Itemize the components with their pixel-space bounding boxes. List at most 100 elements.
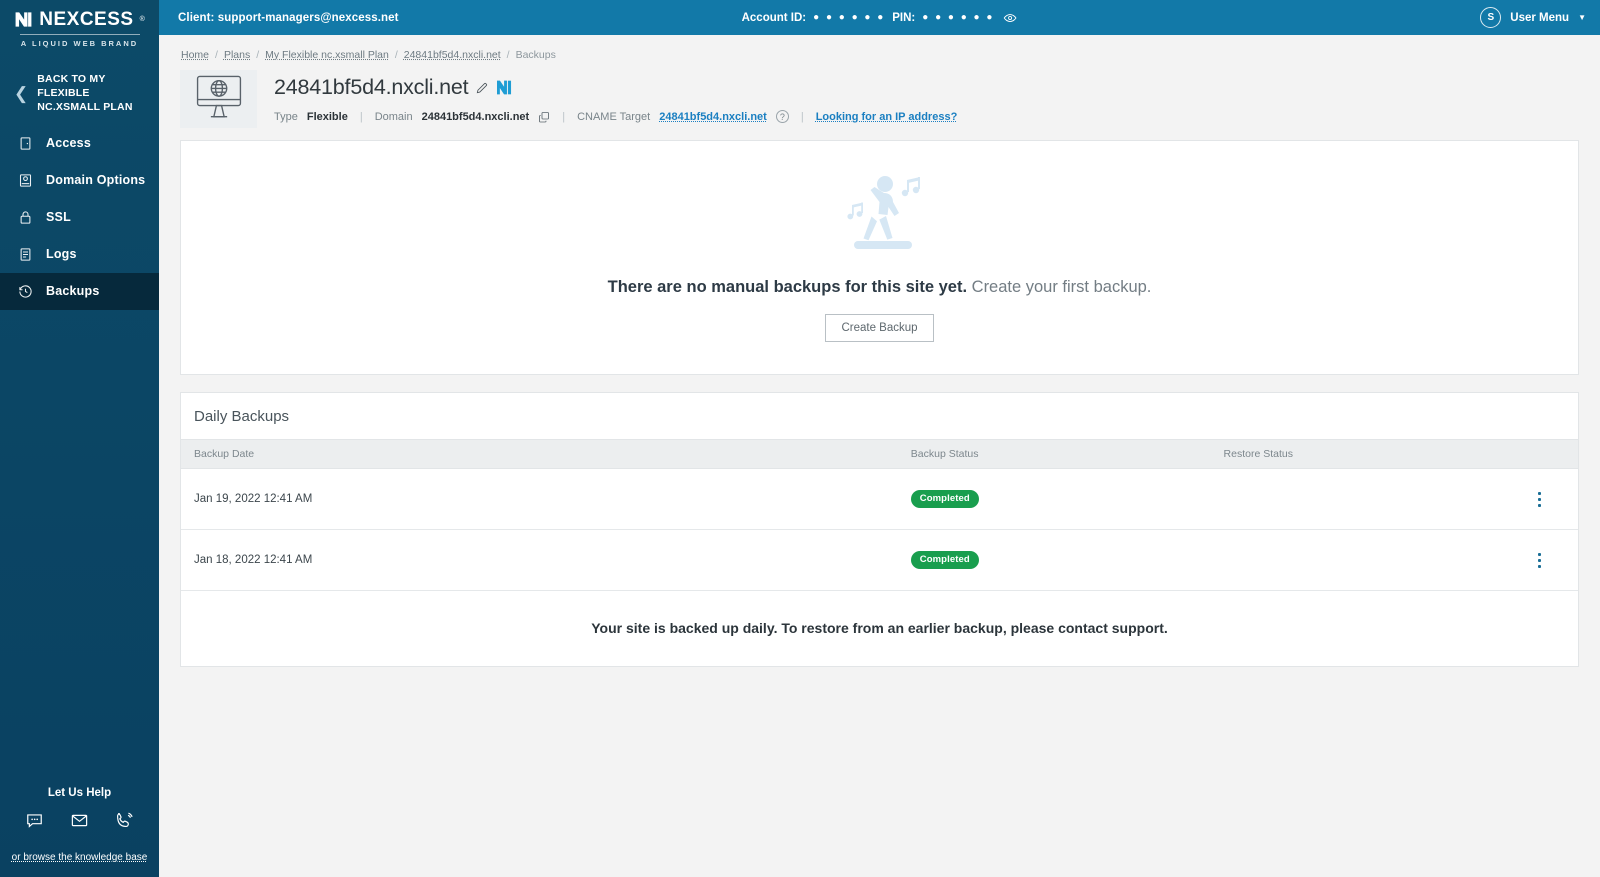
page-title: 24841bf5d4.nxcli.net: [274, 75, 469, 99]
table-header-row: Backup Date Backup Status Restore Status: [181, 439, 1578, 469]
client-info: Client: support-managers@nexcess.net: [178, 12, 399, 24]
create-backup-button[interactable]: Create Backup: [825, 314, 934, 342]
table-row: Jan 19, 2022 12:41 AM Completed: [181, 468, 1578, 530]
empty-state-headline: There are no manual backups for this sit…: [607, 278, 968, 296]
copy-icon[interactable]: [538, 111, 550, 123]
site-thumbnail: [180, 70, 257, 128]
daily-backups-title: Daily Backups: [194, 408, 290, 425]
cname-value[interactable]: 24841bf5d4.nxcli.net: [659, 111, 767, 123]
table-head: Backup Date Backup Status Restore Status: [181, 439, 1578, 469]
column-header-backup-date: Backup Date: [181, 439, 911, 469]
breadcrumb-item-current: Backups: [515, 49, 556, 61]
pin-value: ● ● ● ● ● ●: [922, 12, 995, 23]
daily-backups-card: Daily Backups Backup Date Backup Status …: [180, 392, 1579, 667]
column-header-restore-status: Restore Status: [1223, 439, 1516, 469]
sidebar-item-access[interactable]: Access: [0, 125, 159, 162]
column-header-actions: [1515, 439, 1578, 469]
client-email: support-managers@nexcess.net: [217, 11, 399, 24]
knowledge-base-link[interactable]: or browse the knowledge base: [12, 852, 148, 863]
help-section: Let Us Help or browse the knowledge base: [0, 787, 159, 877]
nexcess-n-icon: [14, 10, 33, 29]
divider: |: [800, 110, 804, 123]
empty-state-subtext: Create your first backup.: [967, 278, 1152, 296]
table-body: Jan 19, 2022 12:41 AM Completed Jan 18, …: [181, 468, 1578, 591]
sidebar-item-domain-options[interactable]: Domain Options: [0, 162, 159, 199]
divider: |: [359, 110, 363, 123]
kebab-menu-icon[interactable]: [1515, 552, 1578, 568]
breadcrumb-separator: /: [506, 49, 510, 61]
sidebar-item-label: Domain Options: [46, 173, 146, 188]
daily-backups-table: Backup Date Backup Status Restore Status…: [181, 439, 1578, 591]
main-area: Client: support-managers@nexcess.net Acc…: [159, 0, 1600, 877]
site-title-row: 24841bf5d4.nxcli.net: [274, 75, 957, 100]
breadcrumb-item-plans[interactable]: Plans: [224, 49, 250, 61]
site-info-row: Type Flexible | Domain 24841bf5d4.nxcli.…: [274, 110, 957, 123]
sidebar: NEXCESS ® A LIQUID WEB BRAND ❮ BACK TO M…: [0, 0, 159, 877]
brand-tagline: A LIQUID WEB BRAND: [19, 34, 140, 48]
site-header: 24841bf5d4.nxcli.net Type Flexible | Dom…: [180, 70, 1579, 140]
domain-value: 24841bf5d4.nxcli.net: [421, 110, 530, 123]
cell-backup-date: Jan 18, 2022 12:41 AM: [181, 529, 911, 591]
eye-icon[interactable]: [1003, 11, 1017, 25]
question-mark-icon[interactable]: ?: [775, 110, 789, 123]
page-root: NEXCESS ® A LIQUID WEB BRAND ❮ BACK TO M…: [0, 0, 1600, 877]
breadcrumb-separator: /: [256, 49, 260, 61]
logs-icon: [17, 246, 33, 262]
domain-label: Domain: [374, 110, 413, 123]
topbar: Client: support-managers@nexcess.net Acc…: [159, 0, 1600, 35]
status-badge: Completed: [910, 551, 979, 569]
cell-backup-date: Jan 19, 2022 12:41 AM: [181, 468, 911, 530]
cname-label: CNAME Target: [577, 110, 651, 123]
cell-backup-status: Completed: [910, 468, 1224, 530]
ip-address-link[interactable]: Looking for an IP address?: [816, 111, 958, 123]
status-badge: Completed: [910, 490, 979, 508]
back-to-plan-link[interactable]: ❮ BACK TO MY FLEXIBLE NC.XSMALL PLAN: [0, 62, 159, 125]
brand-logo[interactable]: NEXCESS ® A LIQUID WEB BRAND: [0, 0, 159, 62]
empty-illustration: [181, 167, 1578, 264]
chat-icon[interactable]: [25, 811, 44, 830]
breadcrumb-item-plan[interactable]: My Flexible nc.xsmall Plan: [265, 49, 389, 61]
empty-state-message: There are no manual backups for this sit…: [181, 278, 1578, 297]
table-row: Jan 18, 2022 12:41 AM Completed: [181, 529, 1578, 591]
type-label: Type: [274, 110, 298, 123]
lock-icon: [17, 209, 33, 225]
cell-backup-status: Completed: [910, 529, 1224, 591]
help-title: Let Us Help: [47, 787, 112, 799]
email-icon[interactable]: [70, 811, 89, 830]
sidebar-item-logs[interactable]: Logs: [0, 236, 159, 273]
chevron-left-icon: ❮: [14, 83, 29, 103]
sidebar-item-label: Logs: [46, 247, 77, 262]
dancing-person-with-music-notes-icon: [828, 167, 932, 264]
nexcess-n-icon[interactable]: [496, 80, 513, 95]
account-id-value: ● ● ● ● ● ●: [813, 12, 886, 23]
kebab-menu-icon[interactable]: [1515, 491, 1578, 507]
pencil-icon[interactable]: [475, 81, 489, 95]
domain-options-icon: [17, 172, 33, 188]
cell-actions: [1515, 468, 1578, 530]
sidebar-item-backups[interactable]: Backups: [0, 272, 159, 310]
column-header-backup-status: Backup Status: [910, 439, 1224, 469]
site-meta: 24841bf5d4.nxcli.net Type Flexible | Dom…: [274, 70, 957, 128]
sidebar-item-label: Backups: [46, 284, 100, 299]
chevron-down-icon: ▼: [1578, 13, 1586, 22]
client-label: Client:: [178, 11, 215, 24]
breadcrumb-separator: /: [394, 49, 398, 61]
manual-backups-empty-card: There are no manual backups for this sit…: [180, 140, 1579, 375]
brand-name: NEXCESS: [39, 9, 134, 30]
cell-actions: [1515, 529, 1578, 591]
access-icon: [17, 135, 33, 151]
phone-icon[interactable]: [115, 811, 134, 830]
account-info: Account ID: ● ● ● ● ● ● PIN: ● ● ● ● ● ●: [742, 11, 1018, 25]
user-menu[interactable]: S User Menu ▼: [1480, 7, 1586, 28]
breadcrumb: Home / Plans / My Flexible nc.xsmall Pla…: [180, 35, 1579, 70]
pin-label: PIN:: [892, 11, 916, 24]
breadcrumb-item-home[interactable]: Home: [181, 49, 209, 61]
account-id-label: Account ID:: [741, 11, 807, 24]
cell-restore-status: [1223, 468, 1516, 530]
sidebar-item-ssl[interactable]: SSL: [0, 199, 159, 236]
breadcrumb-item-site[interactable]: 24841bf5d4.nxcli.net: [404, 49, 501, 61]
back-to-plan-label: BACK TO MY FLEXIBLE NC.XSMALL PLAN: [37, 73, 133, 114]
sidebar-item-label: SSL: [46, 210, 71, 225]
backups-clock-icon: [17, 283, 33, 299]
